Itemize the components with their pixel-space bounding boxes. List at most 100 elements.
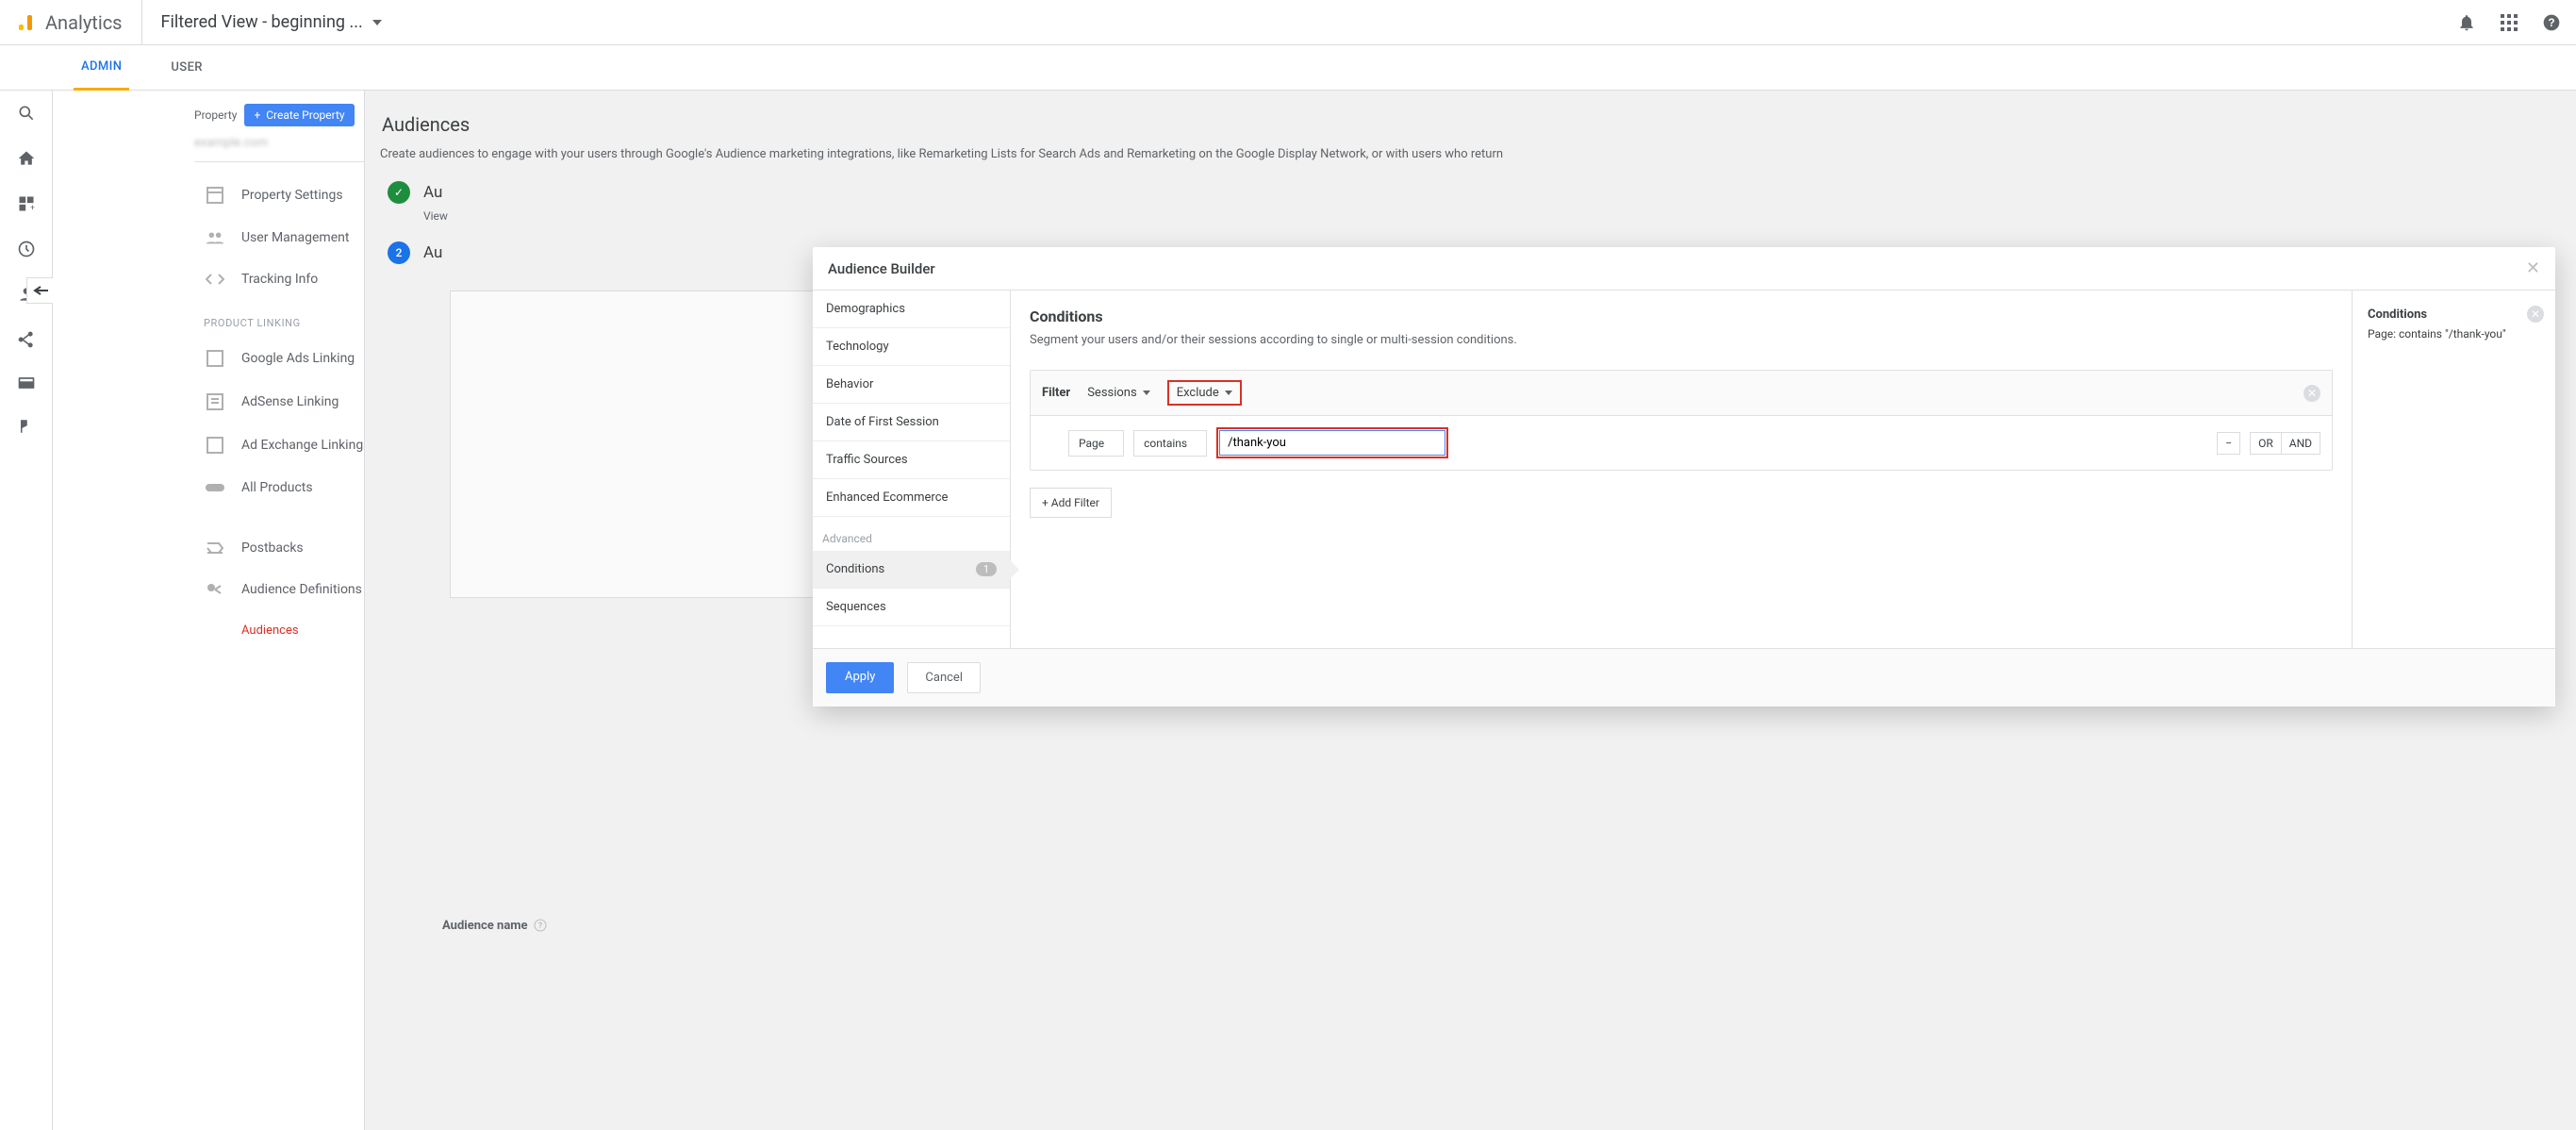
step-1: ✓ Au bbox=[388, 181, 2576, 204]
sidebar-item-behavior[interactable]: Behavior bbox=[813, 366, 1010, 404]
analytics-logo-icon bbox=[15, 11, 38, 34]
link-icon bbox=[204, 482, 226, 493]
sidebar-item-demographics[interactable]: Demographics bbox=[813, 291, 1010, 328]
value-input[interactable] bbox=[1219, 430, 1445, 456]
or-button[interactable]: OR bbox=[2250, 432, 2282, 455]
step-label: Au bbox=[423, 183, 442, 202]
add-filter-button[interactable]: + Add Filter bbox=[1030, 488, 1112, 518]
sidebar-item-sequences[interactable]: Sequences bbox=[813, 589, 1010, 626]
modal-summary-panel: ✕ Conditions Page: contains "/thank-you" bbox=[2353, 291, 2555, 648]
property-label: Property bbox=[194, 108, 237, 122]
and-button[interactable]: AND bbox=[2282, 432, 2320, 455]
filter-label: Filter bbox=[1042, 386, 1070, 400]
help-hint-icon[interactable]: ? bbox=[534, 919, 547, 932]
collapse-button[interactable] bbox=[26, 277, 53, 304]
nav-label: AdSense Linking bbox=[241, 394, 339, 409]
property-name[interactable]: example.com bbox=[53, 136, 364, 150]
dropdown-label: Exclude bbox=[1177, 386, 1219, 400]
ads-icon bbox=[204, 350, 226, 367]
postbacks-icon bbox=[204, 541, 226, 555]
dropdown-label: Sessions bbox=[1087, 386, 1137, 400]
code-icon bbox=[204, 273, 226, 286]
remove-summary-icon[interactable]: ✕ bbox=[2527, 306, 2544, 323]
audience-def-icon bbox=[204, 582, 226, 597]
audience-name-label: Audience name ? bbox=[442, 919, 2576, 933]
cancel-button[interactable]: Cancel bbox=[907, 662, 981, 693]
nav-section-product-linking: PRODUCT LINKING bbox=[53, 300, 364, 337]
nav-label: Tracking Info bbox=[241, 272, 318, 287]
view-selector[interactable]: Filtered View - beginning ... bbox=[141, 0, 382, 44]
create-property-button[interactable]: + Create Property bbox=[244, 104, 354, 126]
dropdown-label: Page bbox=[1079, 437, 1104, 450]
nav-label: Ad Exchange Linking bbox=[241, 438, 363, 453]
nav-user-management[interactable]: User Management bbox=[53, 217, 364, 258]
search-icon[interactable] bbox=[17, 104, 36, 123]
main-content: Audiences Create audiences to engage wit… bbox=[364, 91, 2576, 1130]
acquisition-icon[interactable] bbox=[16, 330, 37, 349]
caret-down-icon bbox=[1143, 391, 1150, 395]
svg-text:?: ? bbox=[537, 922, 542, 931]
remove-filter-icon[interactable]: ✕ bbox=[2304, 385, 2320, 402]
sidebar-item-enhanced-ecommerce[interactable]: Enhanced Ecommerce bbox=[813, 479, 1010, 517]
step-sublabel: View bbox=[423, 209, 2576, 223]
audience-builder-modal: Audience Builder ✕ Demographics Technolo… bbox=[813, 247, 2555, 706]
operator-dropdown[interactable]: contains bbox=[1133, 430, 1207, 457]
admin-tabs: ADMIN USER bbox=[0, 45, 2576, 91]
sidebar-item-date-first-session[interactable]: Date of First Session bbox=[813, 404, 1010, 441]
nav-label: User Management bbox=[241, 230, 349, 245]
sidebar-item-conditions[interactable]: Conditions 1 bbox=[813, 551, 1010, 589]
tab-admin[interactable]: ADMIN bbox=[74, 45, 129, 91]
modal-center: Conditions Segment your users and/or the… bbox=[1011, 291, 2353, 648]
notifications-icon[interactable] bbox=[2457, 13, 2476, 32]
nav-property-settings[interactable]: Property Settings bbox=[53, 174, 364, 217]
close-icon[interactable]: ✕ bbox=[2526, 258, 2540, 278]
nav-label: Audience Definitions bbox=[241, 582, 362, 597]
step-label: Au bbox=[423, 243, 442, 262]
nav-postbacks[interactable]: Postbacks bbox=[53, 527, 364, 569]
remove-row-button[interactable]: − bbox=[2217, 432, 2240, 455]
behavior-icon[interactable] bbox=[17, 375, 36, 391]
sidebar-section-advanced: Advanced bbox=[813, 517, 1010, 551]
summary-heading: Conditions bbox=[2368, 307, 2540, 322]
conversions-icon[interactable] bbox=[18, 417, 35, 436]
conditions-count-badge: 1 bbox=[976, 562, 997, 576]
nav-label: Audiences bbox=[241, 623, 299, 638]
realtime-icon[interactable] bbox=[17, 240, 36, 258]
apps-grid-icon[interactable] bbox=[2501, 14, 2518, 31]
left-rail: + bbox=[0, 91, 53, 1130]
create-property-label: Create Property bbox=[266, 108, 344, 122]
nav-adsense-linking[interactable]: AdSense Linking bbox=[53, 380, 364, 424]
sessions-dropdown[interactable]: Sessions bbox=[1083, 384, 1154, 402]
sidebar-item-traffic-sources[interactable]: Traffic Sources bbox=[813, 441, 1010, 479]
nav-google-ads-linking[interactable]: Google Ads Linking bbox=[53, 337, 364, 380]
adsense-icon bbox=[204, 393, 226, 410]
tab-user[interactable]: USER bbox=[163, 45, 210, 91]
check-icon: ✓ bbox=[388, 181, 410, 204]
admin-sidebar: Property + Create Property example.com P… bbox=[53, 91, 364, 1130]
sidebar-item-label: Conditions bbox=[826, 562, 884, 576]
header-actions: ? bbox=[2457, 13, 2561, 32]
modal-header: Audience Builder ✕ bbox=[813, 247, 2555, 291]
nav-tracking-info[interactable]: Tracking Info bbox=[53, 258, 364, 300]
nav-audiences-sub[interactable]: Audiences bbox=[53, 610, 364, 651]
caret-down-icon bbox=[372, 20, 382, 25]
dimension-dropdown[interactable]: Page bbox=[1068, 430, 1124, 457]
product-brand: Analytics bbox=[15, 11, 141, 34]
conditions-heading: Conditions bbox=[1030, 307, 2333, 325]
svg-text:+: + bbox=[30, 204, 35, 213]
modal-footer: Apply Cancel bbox=[813, 648, 2555, 706]
help-icon[interactable]: ? bbox=[2542, 13, 2561, 32]
summary-detail: Page: contains "/thank-you" bbox=[2368, 327, 2540, 341]
nav-ad-exchange-linking[interactable]: Ad Exchange Linking bbox=[53, 424, 364, 467]
filter-card: Filter Sessions Exclude ✕ Page bbox=[1030, 370, 2333, 471]
nav-all-products[interactable]: All Products bbox=[53, 467, 364, 508]
modal-sidebar: Demographics Technology Behavior Date of… bbox=[813, 291, 1011, 648]
exclude-dropdown[interactable]: Exclude bbox=[1167, 380, 1242, 406]
nav-audience-definitions[interactable]: Audience Definitions bbox=[53, 569, 364, 610]
apply-button[interactable]: Apply bbox=[826, 662, 894, 693]
sidebar-item-technology[interactable]: Technology bbox=[813, 328, 1010, 366]
home-icon[interactable] bbox=[17, 149, 36, 168]
customization-icon[interactable]: + bbox=[17, 194, 36, 213]
page-title: Audiences bbox=[380, 113, 2576, 136]
settings-box-icon bbox=[204, 187, 226, 204]
